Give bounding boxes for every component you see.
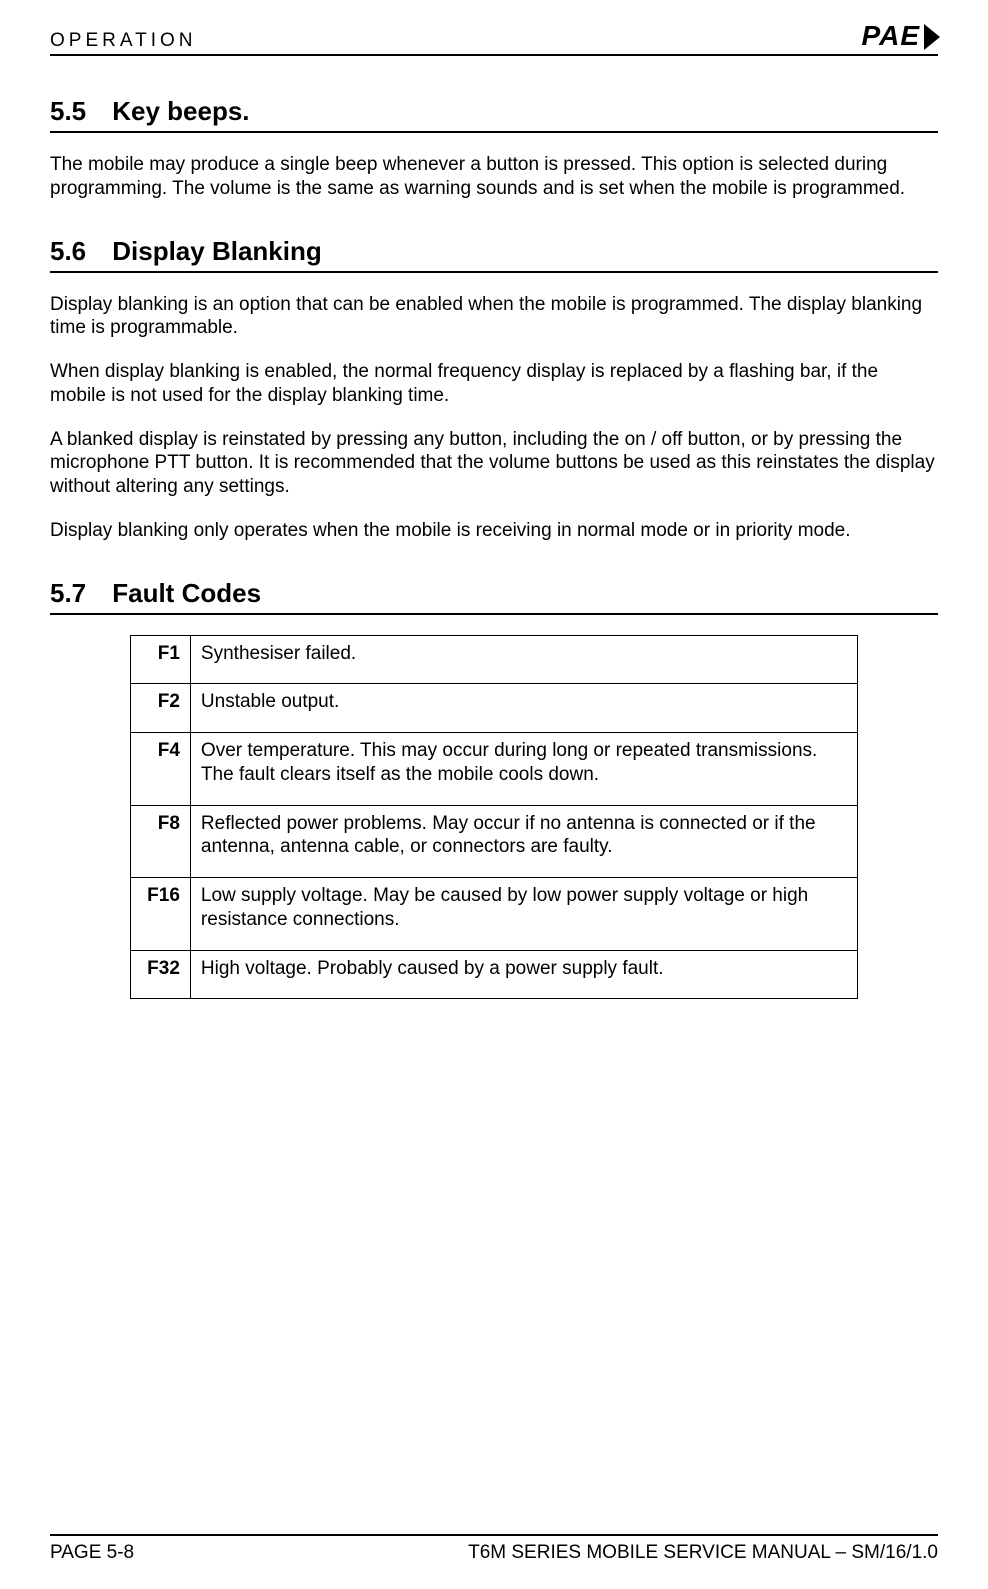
table-row: F4 Over temperature. This may occur duri… — [130, 733, 857, 806]
fault-description: Synthesiser failed. — [190, 635, 857, 684]
paragraph: When display blanking is enabled, the no… — [50, 360, 938, 408]
fault-code: F4 — [130, 733, 190, 806]
page-header: OPERATION PAE — [50, 20, 938, 56]
section-heading-5-7: 5.7 Fault Codes — [50, 578, 938, 615]
fault-description: Low supply voltage. May be caused by low… — [190, 878, 857, 951]
section-title: Key beeps. — [112, 96, 249, 126]
paragraph: The mobile may produce a single beep whe… — [50, 153, 938, 201]
table-row: F1 Synthesiser failed. — [130, 635, 857, 684]
document-id: T6M SERIES MOBILE SERVICE MANUAL – SM/16… — [468, 1542, 938, 1564]
section-title: Display Blanking — [112, 236, 322, 266]
fault-code: F8 — [130, 805, 190, 878]
section-title: Fault Codes — [112, 578, 261, 608]
page-footer: PAGE 5-8 T6M SERIES MOBILE SERVICE MANUA… — [50, 1534, 938, 1564]
fault-code: F2 — [130, 684, 190, 733]
fault-description: Reflected power problems. May occur if n… — [190, 805, 857, 878]
brand-logo: PAE — [862, 20, 939, 52]
fault-code: F32 — [130, 950, 190, 999]
fault-code: F16 — [130, 878, 190, 951]
section-heading-5-5: 5.5 Key beeps. — [50, 96, 938, 133]
section-heading-5-6: 5.6 Display Blanking — [50, 236, 938, 273]
header-title: OPERATION — [50, 30, 197, 52]
table-row: F32 High voltage. Probably caused by a p… — [130, 950, 857, 999]
table-row: F8 Reflected power problems. May occur i… — [130, 805, 857, 878]
fault-description: High voltage. Probably caused by a power… — [190, 950, 857, 999]
table-row: F16 Low supply voltage. May be caused by… — [130, 878, 857, 951]
fault-description: Unstable output. — [190, 684, 857, 733]
paragraph: Display blanking is an option that can b… — [50, 293, 938, 341]
section-number: 5.7 — [50, 578, 105, 609]
table-row: F2 Unstable output. — [130, 684, 857, 733]
fault-code: F1 — [130, 635, 190, 684]
section-number: 5.5 — [50, 96, 105, 127]
section-number: 5.6 — [50, 236, 105, 267]
page-number: PAGE 5-8 — [50, 1542, 134, 1564]
paragraph: A blanked display is reinstated by press… — [50, 428, 938, 499]
paragraph: Display blanking only operates when the … — [50, 519, 938, 543]
fault-codes-table: F1 Synthesiser failed. F2 Unstable outpu… — [130, 635, 858, 1000]
fault-description: Over temperature. This may occur during … — [190, 733, 857, 806]
